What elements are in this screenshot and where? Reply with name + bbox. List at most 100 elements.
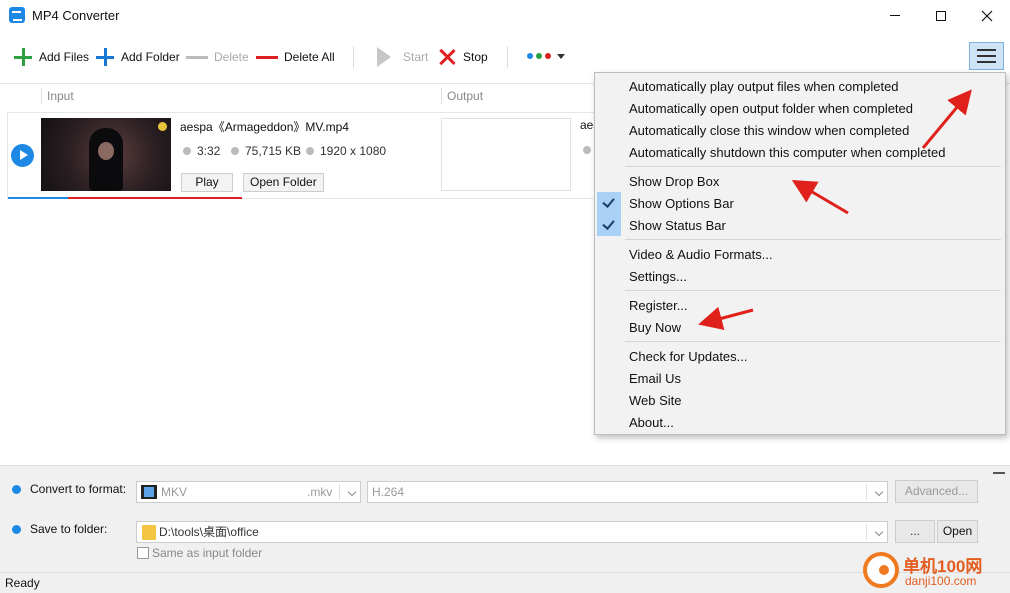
close-icon bbox=[981, 10, 993, 21]
minimize-icon bbox=[890, 15, 900, 16]
plus-icon bbox=[13, 47, 33, 67]
chevron-down-icon bbox=[874, 527, 884, 537]
menu-item-formats[interactable]: Video & Audio Formats... bbox=[595, 243, 1005, 265]
open-folder-button[interactable]: Open Folder bbox=[243, 173, 324, 192]
maximize-button[interactable] bbox=[918, 0, 964, 31]
status-text: Ready bbox=[5, 576, 40, 590]
menu-item-about[interactable]: About... bbox=[595, 411, 1005, 433]
menu-separator bbox=[625, 166, 1001, 167]
app-logo-icon bbox=[9, 7, 25, 23]
delete-button[interactable]: Delete bbox=[186, 46, 249, 68]
plus-icon bbox=[95, 47, 115, 67]
play-button[interactable]: Play bbox=[181, 173, 233, 192]
start-label: Start bbox=[403, 50, 429, 64]
stop-button[interactable]: Stop bbox=[437, 46, 488, 68]
menu-item-auto-open-folder[interactable]: Automatically open output folder when co… bbox=[595, 97, 1005, 119]
film-icon bbox=[141, 485, 157, 499]
codec-value: H.264 bbox=[372, 485, 405, 499]
convert-format-label: Convert to format: bbox=[30, 482, 127, 496]
menu-separator bbox=[625, 290, 1001, 291]
video-thumbnail bbox=[41, 118, 171, 191]
color-dot-icon bbox=[545, 53, 551, 59]
delete-all-label: Delete All bbox=[284, 50, 335, 64]
toolbar-divider bbox=[353, 46, 354, 68]
convert-bullet-icon bbox=[12, 485, 21, 494]
input-filename: aespa《Armageddon》MV.mp4 bbox=[180, 120, 349, 134]
folder-path: D:\tools\桌面\office bbox=[159, 525, 259, 539]
output-folder-select[interactable]: D:\tools\桌面\office bbox=[136, 521, 888, 543]
same-as-input-label: Same as input folder bbox=[152, 546, 263, 560]
chevron-down-icon bbox=[347, 487, 357, 497]
menu-item-show-drop-box[interactable]: Show Drop Box bbox=[595, 170, 1005, 192]
size-dot-icon bbox=[231, 147, 239, 155]
add-folder-label: Add Folder bbox=[121, 50, 180, 64]
menu-separator bbox=[625, 341, 1001, 342]
menu-item-email-us[interactable]: Email Us bbox=[595, 367, 1005, 389]
menu-item-show-status-bar[interactable]: Show Status Bar bbox=[595, 214, 1005, 236]
folder-icon bbox=[142, 525, 156, 540]
resolution-dot-icon bbox=[306, 147, 314, 155]
checkmark-icon bbox=[597, 192, 621, 214]
maximize-icon bbox=[936, 10, 946, 21]
resolution: 1920 x 1080 bbox=[306, 144, 386, 158]
delete-all-button[interactable]: Delete All bbox=[256, 46, 335, 68]
stop-label: Stop bbox=[463, 50, 488, 64]
format-select[interactable]: MKV .mkv bbox=[136, 481, 361, 503]
caret-down-icon bbox=[557, 53, 565, 59]
title-bar: MP4 Converter bbox=[0, 0, 1010, 31]
watermark-logo: 单机100网 danji100.com bbox=[860, 550, 1010, 592]
menu-item-web-site[interactable]: Web Site bbox=[595, 389, 1005, 411]
watermark-url: danji100.com bbox=[905, 574, 977, 588]
minus-icon bbox=[256, 47, 278, 67]
add-folder-button[interactable]: Add Folder bbox=[95, 46, 180, 68]
menu-item-auto-play[interactable]: Automatically play output files when com… bbox=[595, 75, 1005, 97]
format-ext: .mkv bbox=[307, 485, 333, 499]
status-bar: Ready bbox=[0, 572, 1010, 593]
save-folder-label: Save to folder: bbox=[30, 522, 108, 536]
menu-separator bbox=[625, 239, 1001, 240]
duration-dot-icon bbox=[183, 147, 191, 155]
hamburger-menu-button[interactable] bbox=[969, 42, 1004, 70]
menu-item-auto-close[interactable]: Automatically close this window when com… bbox=[595, 119, 1005, 141]
menu-item-settings[interactable]: Settings... bbox=[595, 265, 1005, 287]
play-circle-icon[interactable] bbox=[11, 144, 34, 167]
play-icon bbox=[377, 47, 391, 67]
open-button[interactable]: Open bbox=[937, 520, 978, 543]
collapse-options-button[interactable] bbox=[993, 472, 1005, 474]
minus-icon bbox=[186, 47, 208, 67]
add-files-button[interactable]: Add Files bbox=[13, 46, 89, 68]
format-name: MKV bbox=[161, 485, 188, 499]
menu-item-show-options-bar[interactable]: Show Options Bar bbox=[595, 192, 1005, 214]
codec-select[interactable]: H.264 bbox=[367, 481, 888, 503]
menu-item-buy-now[interactable]: Buy Now bbox=[595, 316, 1005, 338]
output-column-header[interactable]: Output bbox=[441, 88, 483, 104]
window-title: MP4 Converter bbox=[32, 8, 120, 23]
close-button[interactable] bbox=[964, 0, 1010, 31]
output-thumbnail bbox=[441, 118, 571, 191]
same-as-input-checkbox[interactable] bbox=[137, 547, 149, 559]
stop-x-icon bbox=[437, 47, 457, 67]
hamburger-icon bbox=[977, 49, 996, 51]
theme-color-dropdown[interactable] bbox=[527, 53, 565, 59]
add-files-label: Add Files bbox=[39, 50, 90, 64]
start-button[interactable]: Start bbox=[377, 46, 428, 68]
save-bullet-icon bbox=[12, 525, 21, 534]
thumbnail-badge-icon bbox=[158, 122, 167, 131]
progress-bar-accent bbox=[8, 197, 68, 199]
file-size: 75,715 KB bbox=[231, 144, 301, 158]
menu-item-register[interactable]: Register... bbox=[595, 294, 1005, 316]
toolbar-divider bbox=[507, 46, 508, 68]
menu-item-auto-shutdown[interactable]: Automatically shutdown this computer whe… bbox=[595, 141, 1005, 163]
input-column-header[interactable]: Input bbox=[41, 88, 74, 104]
main-menu-dropdown: Automatically play output files when com… bbox=[594, 72, 1006, 435]
menu-item-check-updates[interactable]: Check for Updates... bbox=[595, 345, 1005, 367]
color-dot-icon bbox=[536, 53, 542, 59]
delete-label: Delete bbox=[214, 50, 249, 64]
duration: 3:32 bbox=[183, 144, 220, 158]
minimize-button[interactable] bbox=[872, 0, 918, 31]
output-dot-icon bbox=[583, 146, 591, 154]
browse-button[interactable]: ... bbox=[895, 520, 935, 543]
color-dot-icon bbox=[527, 53, 533, 59]
advanced-button[interactable]: Advanced... bbox=[895, 480, 978, 503]
chevron-down-icon bbox=[874, 487, 884, 497]
